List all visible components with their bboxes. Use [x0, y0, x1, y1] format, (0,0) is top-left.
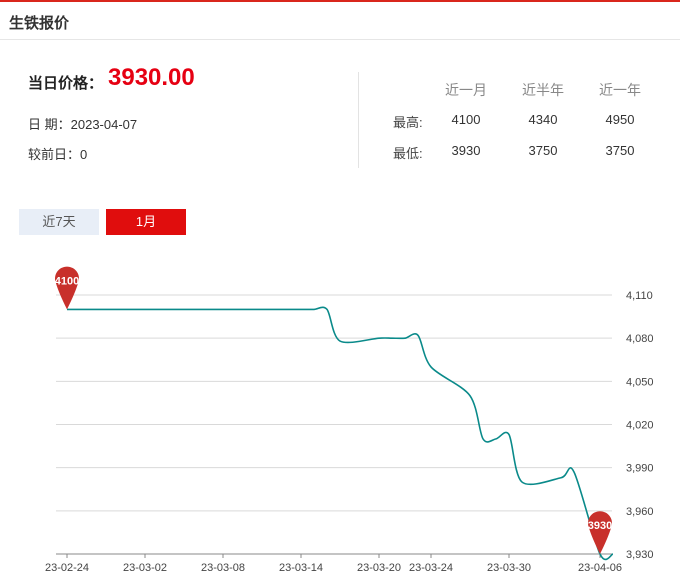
date-row: 日 期：2023-04-07	[28, 114, 137, 133]
x-tick-label: 23-03-30	[487, 562, 531, 574]
y-tick-label: 4,080	[626, 333, 654, 345]
tab-1-month[interactable]: 1月	[106, 209, 186, 235]
price-value: 3930.00	[108, 64, 195, 91]
y-tick-label: 4,020	[626, 420, 654, 432]
series-line	[66, 306, 614, 561]
max-marker-pin	[55, 266, 80, 310]
date-value: 2023-04-07	[70, 117, 138, 132]
x-tick-label: 23-03-08	[201, 562, 245, 574]
tab-7-days[interactable]: 近7天	[19, 209, 99, 235]
x-tick-label: 23-04-06	[578, 562, 622, 574]
date-label: 日 期：	[28, 117, 71, 132]
y-tick-label: 3,990	[626, 463, 654, 475]
y-tick-label: 3,960	[626, 506, 654, 518]
stats-low-month: 3930	[451, 143, 481, 158]
change-row: 较前日：0	[28, 144, 87, 163]
stats-low-halfyear: 3750	[528, 143, 558, 158]
change-label: 较前日：	[28, 147, 81, 162]
vertical-divider	[358, 72, 359, 168]
x-tick-label: 23-03-02	[123, 562, 167, 574]
y-tick-label: 3,930	[626, 549, 654, 561]
min-marker-label: 3930	[588, 520, 612, 532]
y-tick-label: 4,110	[626, 290, 653, 302]
stats-low-year: 3750	[605, 143, 635, 158]
min-marker-pin	[588, 511, 613, 554]
panel-title: 生铁报价	[9, 15, 70, 32]
x-tick-label: 23-03-14	[279, 562, 323, 574]
stats-high-year: 4950	[605, 112, 635, 127]
price-line-chart: 3,930 3,960 3,990 4,020 4,050 4,080 4,110 23-02…	[45, 266, 654, 574]
panel-header: 生铁报价	[0, 2, 680, 40]
stats-col-year: 近一年	[599, 82, 641, 98]
stats-high-halfyear: 4340	[528, 112, 558, 127]
price-label: 当日价格：	[28, 75, 104, 92]
stats-high-month: 4100	[451, 112, 481, 127]
change-value: 0	[80, 147, 88, 162]
x-tick-label: 23-03-20	[357, 562, 401, 574]
max-marker-label: 4100	[55, 275, 79, 287]
x-tick-label: 23-03-24	[409, 562, 453, 574]
x-tick-label: 23-02-24	[45, 562, 89, 574]
stats-col-halfyear: 近半年	[522, 82, 564, 98]
y-tick-label: 4,050	[626, 376, 654, 388]
stats-col-month: 近一月	[445, 82, 487, 98]
